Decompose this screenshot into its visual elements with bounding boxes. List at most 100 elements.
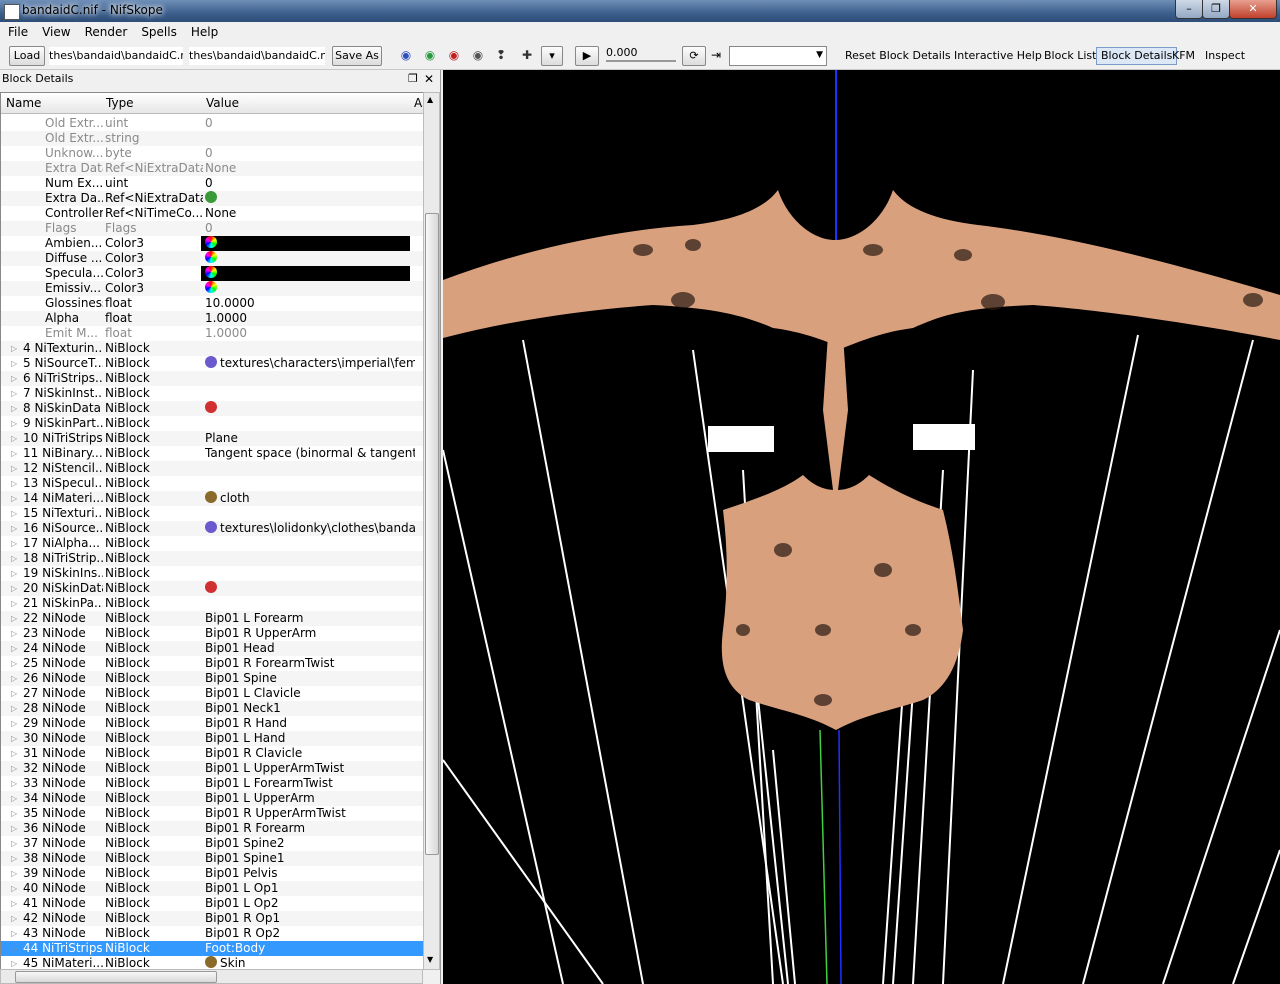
expand-arrow-icon[interactable]: ▷ [11, 446, 17, 461]
expand-arrow-icon[interactable]: ▷ [11, 911, 17, 926]
block-row[interactable]: ▷ 13 NiSpecul... NiBlock [1, 476, 423, 491]
close-button[interactable]: ✕ [1229, 0, 1277, 19]
block-list-link[interactable]: Block List [1044, 48, 1096, 64]
row-value[interactable]: 0 [205, 221, 415, 236]
expand-arrow-icon[interactable]: ▷ [11, 566, 17, 581]
expand-arrow-icon[interactable]: ▷ [11, 866, 17, 881]
row-value[interactable]: Bip01 Spine1 [205, 851, 415, 866]
move-view-icon[interactable]: ✚ [519, 49, 535, 61]
expand-arrow-icon[interactable]: ▷ [11, 941, 17, 956]
row-value[interactable]: 0 [205, 116, 415, 131]
expand-arrow-icon[interactable]: ▷ [11, 896, 17, 911]
close-panel-icon[interactable]: ✕ [424, 70, 434, 88]
field-row[interactable]: Ambien... Color3 [1, 236, 423, 251]
block-row[interactable]: ▷ 45 NiMateri... NiBlock Skin [1, 956, 423, 969]
block-details-tree[interactable]: Name Type Value A Old Extr... uint 0 Old Ex… [0, 92, 424, 970]
row-value[interactable]: Bip01 R UpperArm [205, 626, 415, 641]
row-value[interactable]: textures\lolidonky\clothes\banda... [205, 521, 415, 536]
row-value[interactable]: Bip01 R Hand [205, 716, 415, 731]
expand-arrow-icon[interactable]: ▷ [11, 881, 17, 896]
expand-arrow-icon[interactable]: ▷ [11, 341, 17, 356]
expand-arrow-icon[interactable]: ▷ [11, 611, 17, 626]
row-value[interactable]: Bip01 L UpperArmTwist [205, 761, 415, 776]
field-row[interactable]: Extra DataRef<NiExtraData>None [1, 161, 423, 176]
expand-arrow-icon[interactable]: ▷ [11, 776, 17, 791]
reset-block-details-link[interactable]: Reset Block Details [845, 48, 951, 64]
block-row[interactable]: ▷ 41 NiNode NiBlock Bip01 L Op2 [1, 896, 423, 911]
expand-arrow-icon[interactable]: ▷ [11, 476, 17, 491]
block-row[interactable]: ▷ 4 NiTexturin... NiBlock [1, 341, 423, 356]
field-row[interactable]: Emissiv... Color3 [1, 281, 423, 296]
row-value[interactable]: 0 [205, 176, 415, 191]
block-row[interactable]: ▷ 34 NiNode NiBlock Bip01 L UpperArm [1, 791, 423, 806]
row-value[interactable]: Bip01 L UpperArm [205, 791, 415, 806]
expand-arrow-icon[interactable]: ▷ [11, 926, 17, 941]
block-row[interactable]: ▷ 22 NiNode NiBlock Bip01 L Forearm [1, 611, 423, 626]
save-path-field[interactable]: thes\bandaid\bandaidC.nif [189, 47, 325, 65]
save-as-button[interactable]: Save As [332, 46, 382, 66]
row-value[interactable] [205, 581, 415, 596]
row-value[interactable]: 10.0000 [205, 296, 415, 311]
block-row[interactable]: ▷ 33 NiNode NiBlock Bip01 L ForearmTwist [1, 776, 423, 791]
row-value[interactable]: Bip01 R Forearm [205, 821, 415, 836]
field-row[interactable]: Flags Flags 0 [1, 221, 423, 236]
scroll-down-icon[interactable]: ▼ [427, 955, 433, 964]
row-value[interactable]: Bip01 R Clavicle [205, 746, 415, 761]
expand-arrow-icon[interactable]: ▷ [11, 851, 17, 866]
block-row[interactable]: ▷ 40 NiNode NiBlock Bip01 L Op1 [1, 881, 423, 896]
row-value[interactable]: Bip01 L ForearmTwist [205, 776, 415, 791]
block-row[interactable]: ▷ 43 NiNode NiBlock Bip01 R Op2 [1, 926, 423, 941]
expand-arrow-icon[interactable]: ▷ [11, 806, 17, 821]
vertical-scrollbar[interactable]: ▲ ▼ [423, 92, 440, 970]
row-value[interactable] [205, 251, 415, 266]
eye-green-icon[interactable]: ◉ [422, 49, 438, 61]
expand-arrow-icon[interactable]: ▷ [11, 356, 17, 371]
block-row[interactable]: ▷ 8 NiSkinData NiBlock [1, 401, 423, 416]
expand-arrow-icon[interactable]: ▷ [11, 431, 17, 446]
row-value[interactable]: cloth [205, 491, 415, 506]
field-row[interactable]: Specula... Color3 [1, 266, 423, 281]
menu-spells[interactable]: Spells [133, 22, 183, 41]
block-row[interactable]: ▷ 42 NiNode NiBlock Bip01 R Op1 [1, 911, 423, 926]
block-row[interactable]: ▷ 39 NiNode NiBlock Bip01 Pelvis [1, 866, 423, 881]
row-value[interactable]: 0 [205, 146, 415, 161]
block-row[interactable]: ▷ 12 NiStencil... NiBlock [1, 461, 423, 476]
expand-arrow-icon[interactable]: ▷ [11, 641, 17, 656]
expand-arrow-icon[interactable]: ▷ [11, 836, 17, 851]
field-row[interactable]: Old Extr... string [1, 131, 423, 146]
row-value[interactable]: Bip01 Head [205, 641, 415, 656]
block-row[interactable]: ▷ 28 NiNode NiBlock Bip01 Neck1 [1, 701, 423, 716]
expand-arrow-icon[interactable]: ▷ [11, 626, 17, 641]
scroll-up-icon[interactable]: ▲ [427, 95, 433, 104]
expand-arrow-icon[interactable]: ▷ [11, 521, 17, 536]
field-row[interactable]: Num Ex... uint 0 [1, 176, 423, 191]
row-value[interactable]: None [205, 206, 415, 221]
row-value[interactable]: Bip01 Spine2 [205, 836, 415, 851]
row-value[interactable]: Bip01 L Op2 [205, 896, 415, 911]
row-value[interactable]: None [205, 161, 415, 176]
row-value[interactable]: Bip01 L Op1 [205, 881, 415, 896]
row-value[interactable] [205, 236, 415, 251]
block-row[interactable]: ▷ 27 NiNode NiBlock Bip01 L Clavicle [1, 686, 423, 701]
block-row[interactable]: ▷ 35 NiNode NiBlock Bip01 R UpperArmTwist [1, 806, 423, 821]
block-row[interactable]: ▷ 17 NiAlpha... NiBlock [1, 536, 423, 551]
block-row[interactable]: ▷ 23 NiNode NiBlock Bip01 R UpperArm [1, 626, 423, 641]
block-row[interactable]: ▷ 10 NiTriStrips NiBlock Plane [1, 431, 423, 446]
load-button[interactable]: Load [9, 46, 45, 66]
switch-icon[interactable]: ⇥ [708, 49, 724, 61]
row-value[interactable] [205, 281, 415, 296]
expand-arrow-icon[interactable]: ▷ [11, 731, 17, 746]
block-row[interactable]: ▷ 11 NiBinary... NiBlock Tangent space (bin… [1, 446, 423, 461]
row-value[interactable]: Bip01 R ForearmTwist [205, 656, 415, 671]
row-value[interactable]: 1.0000 [205, 326, 415, 341]
row-value[interactable]: Bip01 R Op2 [205, 926, 415, 941]
menu-view[interactable]: View [34, 22, 76, 41]
block-row[interactable]: ▷ 32 NiNode NiBlock Bip01 L UpperArmTwist [1, 761, 423, 776]
expand-arrow-icon[interactable]: ▷ [11, 821, 17, 836]
eye-grey-icon[interactable]: ◉ [470, 49, 486, 61]
row-value[interactable]: Bip01 Pelvis [205, 866, 415, 881]
expand-arrow-icon[interactable]: ▷ [11, 791, 17, 806]
block-row[interactable]: ▷ 15 NiTexturi... NiBlock [1, 506, 423, 521]
play-button[interactable]: ▶ [575, 46, 599, 66]
expand-arrow-icon[interactable]: ▷ [11, 371, 17, 386]
